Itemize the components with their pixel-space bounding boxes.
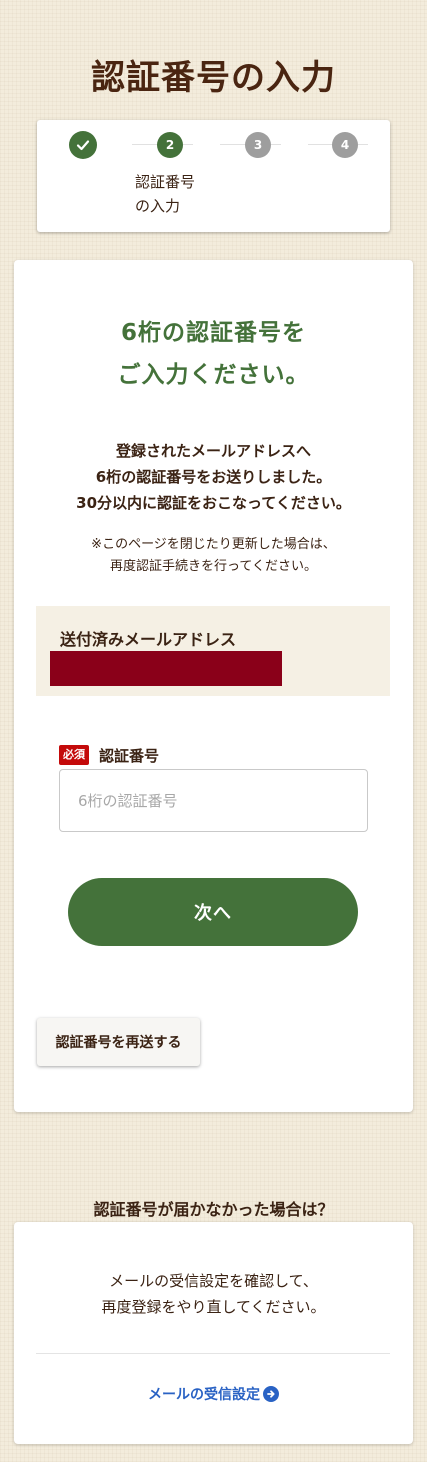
step-label-line: の入力 bbox=[135, 197, 181, 215]
step-1-complete bbox=[69, 131, 97, 159]
sent-email-redacted bbox=[50, 651, 282, 686]
headline-line: 6桁の認証番号を bbox=[120, 320, 306, 346]
current-step-label: 認証番号 の入力 bbox=[135, 170, 215, 218]
caution-note: ※このページを閉じたり更新した場合は、 再度認証手続きを行ってください。 bbox=[14, 534, 413, 578]
code-field-label: 認証番号 bbox=[99, 746, 160, 765]
notice-line: 30分以内に認証をおこなってください。 bbox=[76, 494, 351, 512]
code-field-label-row: 必須 認証番号 bbox=[59, 744, 159, 766]
progress-stepper: 2 3 4 認証番号 の入力 bbox=[37, 120, 390, 232]
help-text: メールの受信設定を確認して、 再度登録をやり直してください。 bbox=[14, 1268, 413, 1320]
help-text-line: 再度登録をやり直してください。 bbox=[101, 1298, 326, 1316]
verification-code-input[interactable] bbox=[59, 769, 368, 832]
headline-line: ご入力ください。 bbox=[117, 362, 310, 388]
help-card: メールの受信設定を確認して、 再度登録をやり直してください。 メールの受信設定 bbox=[14, 1222, 413, 1444]
verification-headline: 6桁の認証番号を ご入力ください。 bbox=[14, 312, 413, 396]
mail-settings-link-label: メールの受信設定 bbox=[148, 1387, 260, 1403]
divider bbox=[36, 1353, 390, 1354]
sent-notice: 登録されたメールアドレスへ 6桁の認証番号をお送りしました。 30分以内に認証を… bbox=[14, 438, 413, 516]
help-title: 認証番号が届かなかった場合は？ bbox=[93, 1200, 334, 1219]
next-button[interactable]: 次へ bbox=[68, 878, 358, 946]
required-badge: 必須 bbox=[59, 745, 89, 765]
verification-card: 6桁の認証番号を ご入力ください。 登録されたメールアドレスへ 6桁の認証番号を… bbox=[14, 260, 413, 1112]
step-3: 3 bbox=[245, 132, 271, 158]
step-label-line: 認証番号 bbox=[135, 173, 196, 191]
caution-line: 再度認証手続きを行ってください。 bbox=[110, 559, 317, 574]
resend-code-button[interactable]: 認証番号を再送する bbox=[37, 1018, 200, 1066]
check-icon bbox=[76, 140, 90, 151]
step-2-current: 2 bbox=[157, 132, 183, 158]
arrow-right-circle-icon bbox=[263, 1386, 279, 1402]
step-4: 4 bbox=[332, 132, 358, 158]
page-title: 認証番号の入力 bbox=[91, 58, 336, 98]
mail-settings-link[interactable]: メールの受信設定 bbox=[14, 1384, 413, 1404]
sent-email-box: 送付済みメールアドレス bbox=[36, 606, 390, 696]
help-text-line: メールの受信設定を確認して、 bbox=[109, 1272, 318, 1290]
notice-line: 6桁の認証番号をお送りしました。 bbox=[95, 468, 332, 486]
caution-line: ※このページを閉じたり更新した場合は、 bbox=[91, 537, 336, 552]
sent-email-label: 送付済みメールアドレス bbox=[60, 630, 237, 649]
notice-line: 登録されたメールアドレスへ bbox=[115, 442, 311, 460]
